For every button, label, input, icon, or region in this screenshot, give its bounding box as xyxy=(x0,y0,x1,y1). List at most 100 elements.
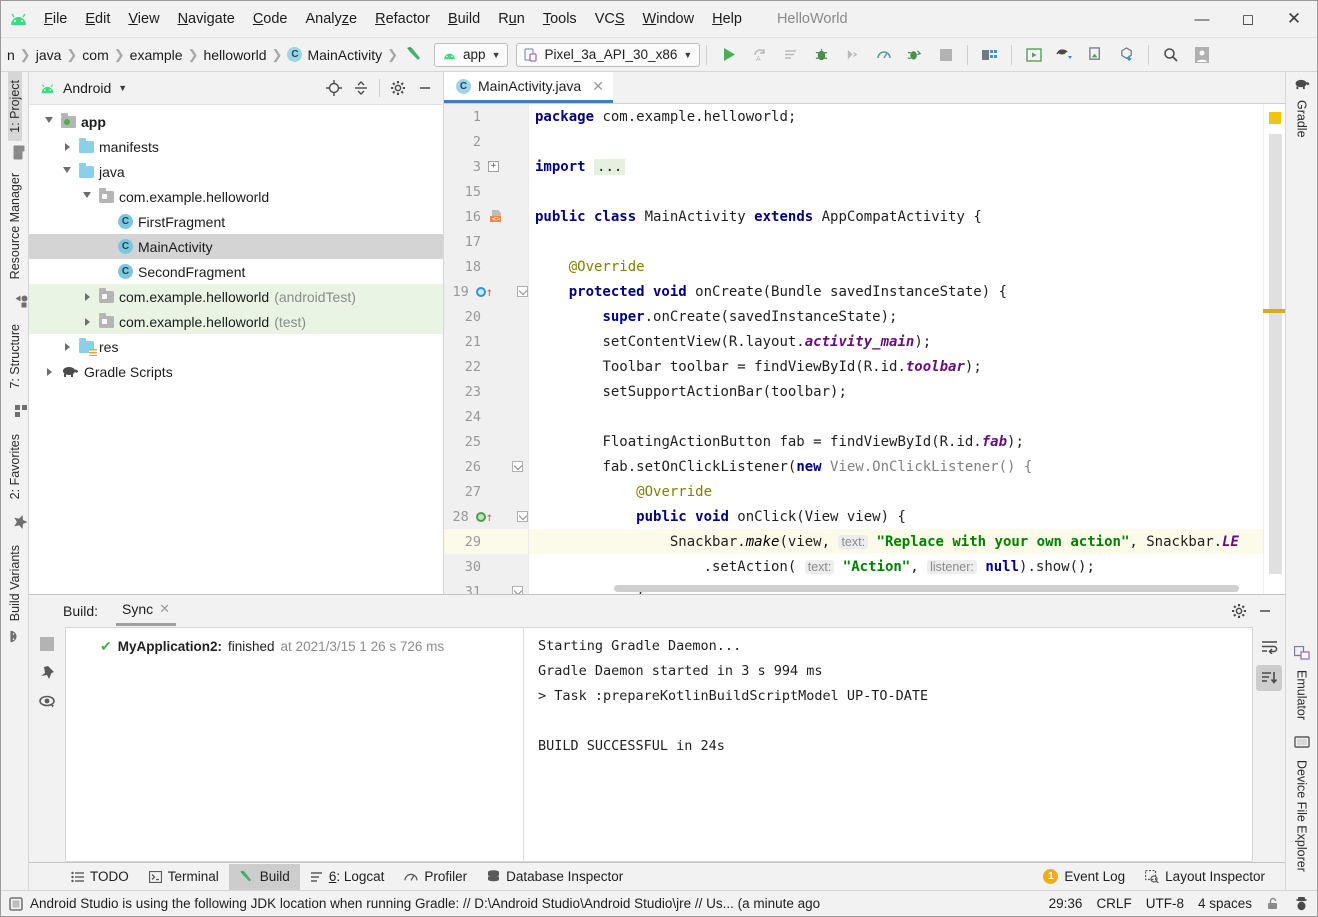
tool-button-terminal[interactable]: Terminal xyxy=(139,864,229,890)
twisty-icon[interactable] xyxy=(42,116,56,127)
tree-row-second-fragment[interactable]: C SecondFragment xyxy=(29,259,443,284)
lock-icon[interactable] xyxy=(1266,897,1280,911)
collapse-all-icon[interactable] xyxy=(349,76,373,100)
minimize-button[interactable]: — xyxy=(1179,1,1225,37)
sdk-manager-icon[interactable] xyxy=(974,42,1005,68)
scroll-to-end-icon[interactable] xyxy=(1256,665,1282,691)
tree-row-main-activity[interactable]: C MainActivity xyxy=(29,234,443,259)
tool-button-layout-inspector[interactable]: Layout Inspector xyxy=(1135,864,1275,890)
sidebar-item-project[interactable]: 1: Project xyxy=(7,72,22,141)
twisty-icon[interactable] xyxy=(80,317,94,326)
hector-icon[interactable] xyxy=(1294,896,1309,911)
tree-row-gradle-scripts[interactable]: Gradle Scripts xyxy=(29,359,443,384)
build-output-console[interactable]: Starting Gradle Daemon... Gradle Daemon … xyxy=(523,627,1253,862)
select-opened-file-icon[interactable] xyxy=(322,76,346,100)
menu-analyze[interactable]: Analyze xyxy=(297,7,367,31)
twisty-icon[interactable] xyxy=(80,191,94,202)
menu-window[interactable]: Window xyxy=(634,7,704,31)
menu-vcs[interactable]: VCS xyxy=(586,7,634,31)
build-result-row[interactable]: ✔ MyApplication2: finished at 2021/3/15 … xyxy=(66,634,523,658)
build-tab-sync[interactable]: Sync ✕ xyxy=(116,597,177,626)
twisty-icon[interactable] xyxy=(60,342,74,351)
tool-button-database-inspector[interactable]: Database Inspector xyxy=(477,864,633,890)
tree-row-manifests[interactable]: manifests xyxy=(29,134,443,159)
tool-button-logcat[interactable]: 6: Logcat xyxy=(300,864,395,890)
tree-row-res[interactable]: res xyxy=(29,334,443,359)
menu-refactor[interactable]: Refactor xyxy=(366,7,439,31)
folded-imports[interactable]: ... xyxy=(594,158,626,175)
run-anything-icon[interactable] xyxy=(899,42,930,68)
twisty-icon[interactable] xyxy=(60,142,74,151)
menu-view[interactable]: View xyxy=(119,7,168,31)
profiler-icon[interactable] xyxy=(868,42,899,68)
pin-icon[interactable] xyxy=(39,665,55,681)
menu-tools[interactable]: Tools xyxy=(534,7,586,31)
eye-icon[interactable] xyxy=(38,695,56,708)
fold-expand-icon[interactable]: + xyxy=(488,161,499,172)
tool-button-event-log[interactable]: 1 Event Log xyxy=(1033,864,1135,890)
tab-mainactivity-java[interactable]: C MainActivity.java ✕ xyxy=(444,72,613,103)
twisty-icon[interactable] xyxy=(42,367,56,376)
tree-row-package-androidtest[interactable]: com.example.helloworld (androidTest) xyxy=(29,284,443,309)
hide-panel-icon[interactable] xyxy=(1253,599,1277,623)
avd-manager-icon[interactable] xyxy=(1018,42,1049,68)
close-button[interactable]: ✕ xyxy=(1271,1,1317,37)
sidebar-item-build-variants[interactable]: Build Variants xyxy=(8,537,22,629)
tree-row-first-fragment[interactable]: C FirstFragment xyxy=(29,209,443,234)
vertical-scrollbar[interactable] xyxy=(1269,134,1282,574)
menu-edit[interactable]: Edit xyxy=(76,7,119,31)
fold-collapse-icon[interactable] xyxy=(517,286,528,297)
override-marker-icon[interactable] xyxy=(475,286,486,297)
tree-row-java[interactable]: java xyxy=(29,159,443,184)
editor-gutter[interactable]: 1 2 3 + 15 16 <> 17 18 19 ↑ 20 21 22 23 … xyxy=(444,104,529,594)
hide-panel-icon[interactable] xyxy=(413,76,437,100)
breadcrumb-3[interactable]: example xyxy=(126,47,187,63)
twisty-icon[interactable] xyxy=(60,166,74,177)
apply-code-changes-icon[interactable] xyxy=(775,42,806,68)
menu-help[interactable]: Help xyxy=(703,7,751,31)
fold-collapse-icon[interactable] xyxy=(512,586,523,594)
editor-marker-bar[interactable] xyxy=(1263,104,1285,594)
menu-build[interactable]: Build xyxy=(439,7,489,31)
gear-icon[interactable] xyxy=(1227,599,1251,623)
tree-row-package-main[interactable]: com.example.helloworld xyxy=(29,184,443,209)
menu-file[interactable]: File xyxy=(35,7,76,31)
file-encoding[interactable]: UTF-8 xyxy=(1146,896,1184,911)
module-selector[interactable]: app ▼ xyxy=(434,42,509,67)
breadcrumb-0[interactable]: n xyxy=(3,47,19,63)
device-selector[interactable]: Pixel_3a_API_30_x86 ▼ xyxy=(516,42,701,67)
soft-wrap-icon[interactable] xyxy=(1256,633,1282,659)
breadcrumb-5[interactable]: C MainActivity xyxy=(283,47,386,63)
sidebar-item-structure[interactable]: 7: Structure xyxy=(8,316,22,397)
bean-class-icon[interactable]: <> xyxy=(488,208,505,225)
code-editor[interactable]: 1 2 3 + 15 16 <> 17 18 19 ↑ 20 21 22 23 … xyxy=(444,104,1285,594)
close-icon[interactable]: ✕ xyxy=(588,78,604,95)
notification-icon[interactable] xyxy=(9,896,23,911)
implements-marker-icon[interactable] xyxy=(475,511,486,522)
horizontal-scrollbar[interactable] xyxy=(614,585,1239,592)
sidebar-item-emulator[interactable]: Emulator xyxy=(1295,662,1309,728)
tool-button-profiler[interactable]: Profiler xyxy=(394,864,477,890)
indent-setting[interactable]: 4 spaces xyxy=(1198,896,1252,911)
sidebar-item-resource-manager[interactable]: Resource Manager xyxy=(8,165,22,287)
twisty-icon[interactable] xyxy=(80,292,94,301)
user-avatar-icon[interactable] xyxy=(1186,42,1217,68)
chevron-down-icon[interactable]: ▼ xyxy=(118,83,127,93)
sidebar-item-favorites[interactable]: 2: Favorites xyxy=(8,426,22,507)
tool-button-todo[interactable]: TODO xyxy=(61,864,139,890)
apply-changes-icon[interactable]: A xyxy=(744,42,775,68)
breadcrumb-4[interactable]: helloworld xyxy=(199,47,270,63)
tree-row-package-test[interactable]: com.example.helloworld (test) xyxy=(29,309,443,334)
close-icon[interactable]: ✕ xyxy=(159,601,170,617)
tool-button-build[interactable]: Build xyxy=(228,863,300,890)
run-button[interactable] xyxy=(713,42,744,68)
sync-gradle-icon[interactable] xyxy=(1049,42,1080,68)
menu-navigate[interactable]: Navigate xyxy=(169,7,244,31)
menu-code[interactable]: Code xyxy=(244,7,297,31)
maximize-button[interactable]: ◻ xyxy=(1225,1,1271,37)
warning-stripe[interactable] xyxy=(1263,309,1285,313)
download-dependency-icon[interactable] xyxy=(1111,42,1142,68)
attach-debugger-icon[interactable] xyxy=(837,42,868,68)
search-icon[interactable] xyxy=(1155,42,1186,68)
caret-position[interactable]: 29:36 xyxy=(1049,896,1083,911)
